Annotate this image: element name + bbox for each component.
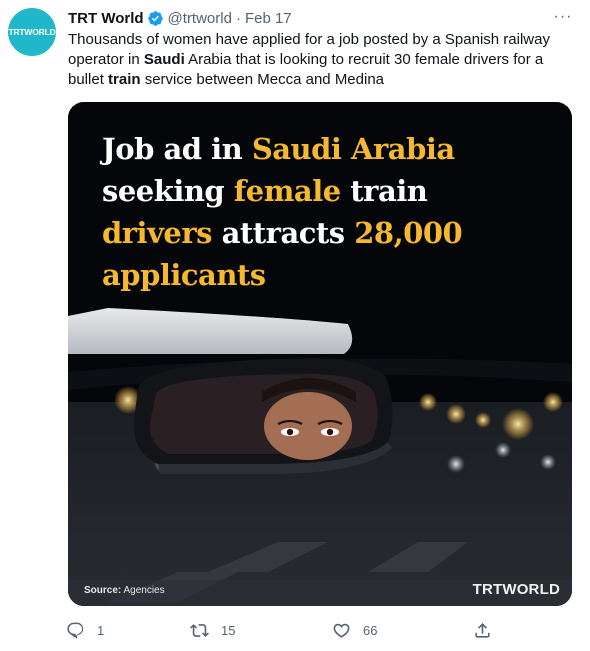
tweet-text-highlight: train bbox=[108, 71, 141, 88]
headline-highlight: female bbox=[233, 174, 341, 208]
headline-word: train bbox=[340, 174, 428, 208]
headline-highlight: 28,000 bbox=[354, 216, 463, 250]
retweet-icon bbox=[190, 623, 209, 637]
like-count: 66 bbox=[363, 622, 378, 638]
headline-line-1: Job ad in Saudi Arabia bbox=[102, 128, 552, 170]
more-options-button[interactable]: ··· bbox=[550, 6, 576, 28]
separator-dot: · bbox=[235, 9, 241, 27]
tweet-actions-bar: 1 15 66 bbox=[56, 614, 576, 646]
avatar[interactable]: TRTWORLD bbox=[8, 8, 56, 56]
tweet-header: TRT World @trtworld · Feb 17 bbox=[68, 8, 292, 28]
author-name[interactable]: TRT World bbox=[68, 10, 144, 27]
headline-highlight: drivers bbox=[102, 216, 212, 250]
media-source-credit: Source: Agencies bbox=[84, 585, 165, 596]
reply-icon bbox=[67, 622, 84, 638]
headline-highlight: Saudi Arabia bbox=[251, 132, 455, 166]
like-button[interactable]: 66 bbox=[332, 614, 377, 646]
media-headline: Job ad in Saudi Arabia seeking female tr… bbox=[102, 128, 552, 296]
tweet-date[interactable]: Feb 17 bbox=[245, 10, 292, 27]
reply-button[interactable]: 1 bbox=[66, 614, 104, 646]
author-handle[interactable]: @trtworld bbox=[168, 10, 232, 27]
headline-word: attracts bbox=[211, 216, 355, 250]
headline-line-4: applicants bbox=[102, 254, 552, 296]
heart-icon bbox=[333, 623, 350, 638]
retweet-button[interactable]: 15 bbox=[190, 614, 235, 646]
verified-badge-icon bbox=[147, 10, 163, 26]
headline-word: seeking bbox=[102, 174, 234, 208]
media-watermark-logo: TRTWORLD bbox=[472, 581, 560, 598]
tweet-text-part: service between Mecca and Medina bbox=[140, 71, 385, 88]
more-icon: ··· bbox=[553, 8, 573, 25]
headline-line-2: seeking female train bbox=[102, 170, 552, 212]
tweet-text-highlight: Saudi bbox=[143, 51, 185, 68]
share-icon bbox=[475, 622, 490, 638]
source-label: Source: bbox=[84, 585, 122, 596]
tweet[interactable]: TRTWORLD TRT World @trtworld · Feb 17 ··… bbox=[0, 0, 590, 651]
source-value: Agencies bbox=[121, 585, 165, 596]
headline-word: Job ad in bbox=[102, 132, 252, 166]
share-button[interactable] bbox=[473, 614, 492, 646]
tweet-media-image[interactable]: Job ad in Saudi Arabia seeking female tr… bbox=[68, 102, 572, 606]
retweet-count: 15 bbox=[221, 622, 236, 638]
headline-line-3: drivers attracts 28,000 bbox=[102, 212, 552, 254]
tweet-text: Thousands of women have applied for a jo… bbox=[68, 30, 568, 90]
headline-highlight: applicants bbox=[102, 258, 266, 292]
avatar-logo-text: TRTWORLD bbox=[8, 27, 56, 37]
reply-count: 1 bbox=[97, 622, 105, 638]
